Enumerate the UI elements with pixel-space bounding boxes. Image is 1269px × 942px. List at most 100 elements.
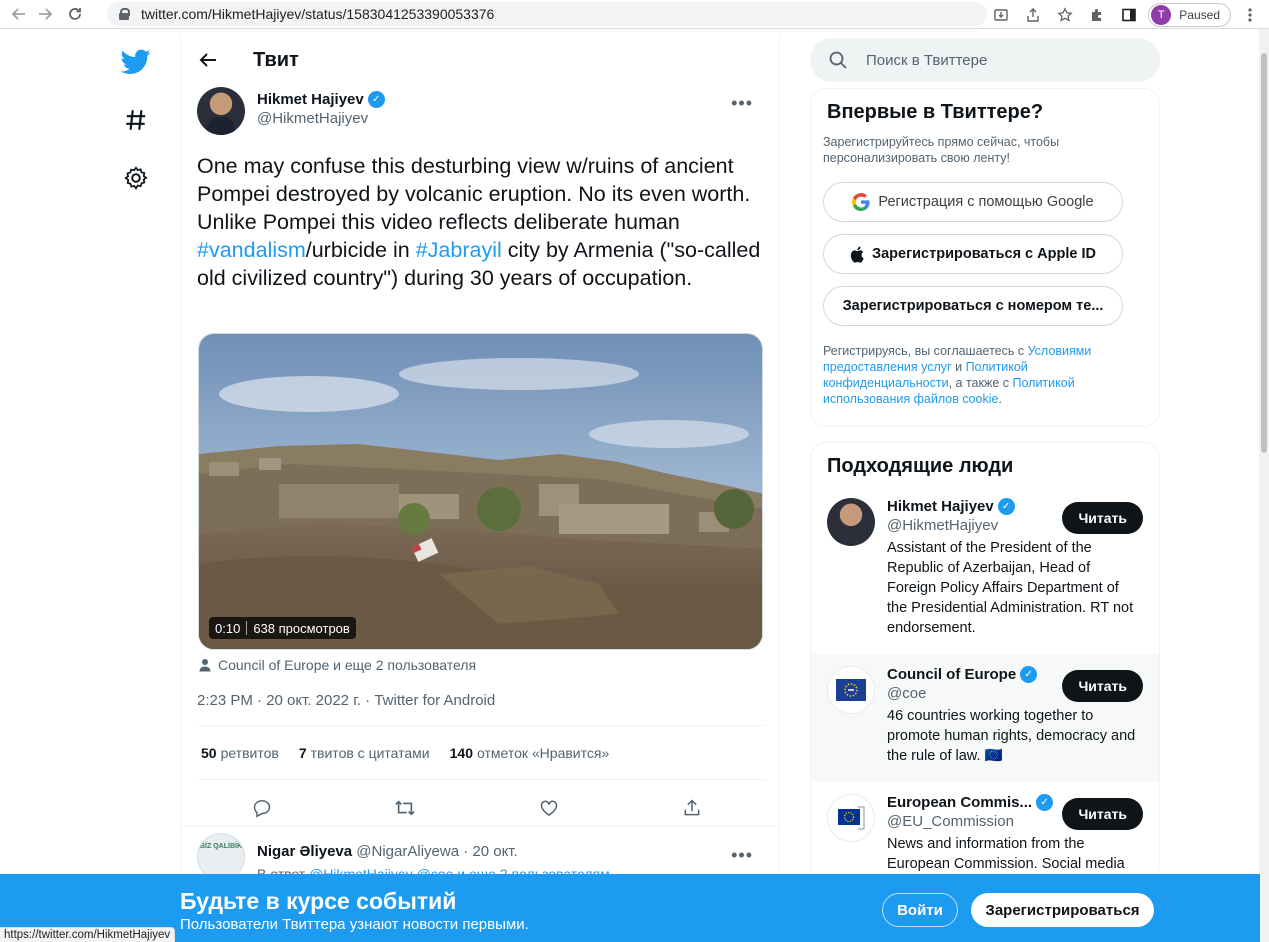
tweet-detail-column: Твит Hikmet Hajiyev ✓ @HikmetHajiyev •••… bbox=[180, 33, 780, 942]
new-to-twitter-subtitle: Зарегистрируйтесь прямо сейчас, чтобы пе… bbox=[823, 135, 1060, 165]
suggested-name[interactable]: Council of Europe bbox=[887, 666, 1016, 683]
extensions-icon[interactable] bbox=[1084, 2, 1110, 28]
menu-kebab-icon[interactable] bbox=[1237, 2, 1263, 28]
share-icon[interactable] bbox=[1020, 2, 1046, 28]
settings-gear-icon[interactable] bbox=[112, 154, 160, 202]
suggested-avatar[interactable] bbox=[827, 498, 875, 546]
who-to-follow-title: Подходящие люди bbox=[827, 455, 1014, 477]
back-arrow-icon[interactable] bbox=[6, 1, 32, 27]
video-badge: 0:10 638 просмотров bbox=[209, 617, 356, 639]
bookmark-star-icon[interactable] bbox=[1052, 2, 1078, 28]
tagged-users-text: Council of Europe и еще 2 пользователя bbox=[218, 657, 477, 673]
twitter-bird-icon[interactable] bbox=[112, 38, 160, 86]
hashtag-link[interactable]: #vandalism bbox=[197, 238, 306, 262]
left-navigation bbox=[112, 40, 160, 212]
author-name[interactable]: Hikmet Hajiyev bbox=[257, 91, 364, 108]
coe-logo-icon[interactable] bbox=[827, 666, 875, 714]
author-avatar[interactable] bbox=[197, 87, 245, 135]
reply-handle-time: @NigarAliyewa · 20 окт. bbox=[356, 843, 518, 860]
login-button[interactable]: Войти bbox=[882, 893, 958, 927]
profile-status: Paused bbox=[1179, 7, 1220, 22]
forward-arrow-icon[interactable] bbox=[32, 1, 58, 27]
search-input[interactable]: Поиск в Твиттере bbox=[810, 38, 1160, 82]
page-scrollbar[interactable] bbox=[1259, 29, 1269, 942]
legal-notice: Регистрируясь, вы соглашаетесь с Условия… bbox=[811, 343, 1159, 407]
suggested-bio: 46 countries working together to promote… bbox=[887, 708, 1136, 764]
video-frame bbox=[199, 334, 762, 649]
reply-author-name[interactable]: Nigar Əliyeva bbox=[257, 843, 352, 860]
tagged-users[interactable]: Council of Europe и еще 2 пользователя bbox=[198, 657, 476, 673]
hashtag-link[interactable]: #Jabrayil bbox=[416, 238, 502, 262]
browser-toolbar: twitter.com/HikmetHajiyev/status/1583041… bbox=[0, 0, 1269, 29]
follow-button[interactable]: Читать bbox=[1062, 670, 1143, 702]
more-options-icon[interactable]: ••• bbox=[731, 845, 753, 866]
google-signup-button[interactable]: Регистрация с помощью Google bbox=[823, 182, 1123, 222]
legal-text: . bbox=[998, 392, 1002, 406]
tweet-text-part: /urbicide in bbox=[305, 238, 416, 262]
new-to-twitter-title: Впервые в Твиттере? bbox=[827, 101, 1044, 123]
quotes-count: 7 bbox=[298, 745, 307, 761]
likes-label: отметок «Нравится» bbox=[477, 745, 610, 761]
back-arrow-icon[interactable] bbox=[197, 49, 219, 71]
phone-signup-button[interactable]: Зарегистрироваться с номером те... bbox=[823, 286, 1123, 326]
address-bar[interactable]: twitter.com/HikmetHajiyev/status/1583041… bbox=[107, 2, 987, 26]
install-icon[interactable] bbox=[988, 2, 1014, 28]
profile-button[interactable]: T Paused bbox=[1148, 2, 1231, 27]
tweet-author: Hikmet Hajiyev ✓ @HikmetHajiyev ••• bbox=[197, 87, 765, 143]
google-logo-icon bbox=[852, 193, 871, 211]
tweet-video[interactable]: 0:10 638 просмотров bbox=[198, 333, 763, 650]
like-heart-icon[interactable] bbox=[534, 793, 564, 823]
retweets-count: 50 bbox=[201, 745, 217, 761]
search-icon bbox=[829, 51, 847, 69]
verified-badge-icon: ✓ bbox=[997, 498, 1015, 515]
retweets-stat[interactable]: 50 ретвитов bbox=[201, 745, 279, 761]
quotes-label: твитов с цитатами bbox=[310, 745, 430, 761]
tweet-timestamp[interactable]: 2:23 PM · 20 окт. 2022 г. · Twitter for … bbox=[197, 692, 495, 709]
more-options-icon[interactable]: ••• bbox=[731, 93, 753, 114]
tweet-text: One may confuse this desturbing view w/r… bbox=[197, 152, 765, 292]
apple-signup-button[interactable]: Зарегистрироваться с Apple ID bbox=[823, 234, 1123, 274]
url-text: twitter.com/HikmetHajiyev/status/1583041… bbox=[141, 6, 495, 22]
author-handle[interactable]: @HikmetHajiyev bbox=[257, 110, 385, 127]
divider bbox=[181, 826, 779, 827]
scrollbar-thumb[interactable] bbox=[1261, 53, 1267, 453]
search-placeholder: Поиск в Твиттере bbox=[866, 51, 988, 69]
side-panel-icon[interactable] bbox=[1116, 2, 1142, 28]
verified-badge-icon: ✓ bbox=[1020, 666, 1038, 683]
suggested-person[interactable]: Council of Europe ✓ @coe 46 countries wor… bbox=[811, 654, 1159, 782]
tweet-stats: 50 ретвитов 7 твитов с цитатами 140 отметок… bbox=[201, 745, 609, 761]
legal-text: и bbox=[951, 360, 966, 374]
retweet-icon[interactable] bbox=[390, 793, 420, 823]
reply-icon[interactable] bbox=[247, 793, 277, 823]
apple-logo-icon bbox=[850, 246, 864, 263]
quotes-stat[interactable]: 7 твитов с цитатами bbox=[299, 745, 430, 761]
suggested-person[interactable]: European Commis... ✓ @EU_Commission News … bbox=[811, 782, 1159, 881]
likes-count: 140 bbox=[449, 745, 473, 761]
signup-banner: Будьте в курсе событий Пользователи Твит… bbox=[0, 874, 1260, 942]
apple-signup-label: Зарегистрироваться с Apple ID bbox=[872, 246, 1096, 262]
page-header: Твит bbox=[181, 33, 779, 87]
share-icon[interactable] bbox=[677, 793, 707, 823]
suggested-person[interactable]: Hikmet Hajiyev ✓ @HikmetHajiyev Assistant… bbox=[811, 498, 1159, 654]
tweet-text-part: One may confuse this desturbing view w/r… bbox=[197, 154, 751, 234]
new-to-twitter-card: Впервые в Твиттере? Зарегистрируйтесь пр… bbox=[810, 88, 1160, 427]
lock-icon bbox=[119, 8, 130, 20]
follow-button[interactable]: Читать bbox=[1062, 502, 1143, 534]
who-to-follow-card: Подходящие люди Hikmet Hajiyev ✓ @HikmetH… bbox=[810, 442, 1160, 882]
phone-signup-label: Зарегистрироваться с номером те... bbox=[842, 298, 1104, 314]
divider bbox=[197, 725, 765, 726]
suggested-bio: Assistant of the President of the Republ… bbox=[887, 540, 1134, 636]
legal-text: , а также с bbox=[948, 376, 1013, 390]
suggested-bio: News and information from the European C… bbox=[887, 836, 1125, 872]
banner-title: Будьте в курсе событий bbox=[180, 888, 457, 914]
eu-commission-logo-icon[interactable] bbox=[827, 794, 875, 842]
retweets-label: ретвитов bbox=[220, 745, 279, 761]
suggested-name[interactable]: European Commis... bbox=[887, 794, 1032, 811]
likes-stat[interactable]: 140 отметок «Нравится» bbox=[450, 745, 610, 761]
follow-button[interactable]: Читать bbox=[1062, 798, 1143, 830]
register-button[interactable]: Зарегистрироваться bbox=[971, 893, 1154, 927]
divider bbox=[197, 779, 765, 780]
explore-hashtag-icon[interactable] bbox=[112, 96, 160, 144]
reload-icon[interactable] bbox=[62, 1, 88, 27]
suggested-name[interactable]: Hikmet Hajiyev bbox=[887, 498, 994, 515]
